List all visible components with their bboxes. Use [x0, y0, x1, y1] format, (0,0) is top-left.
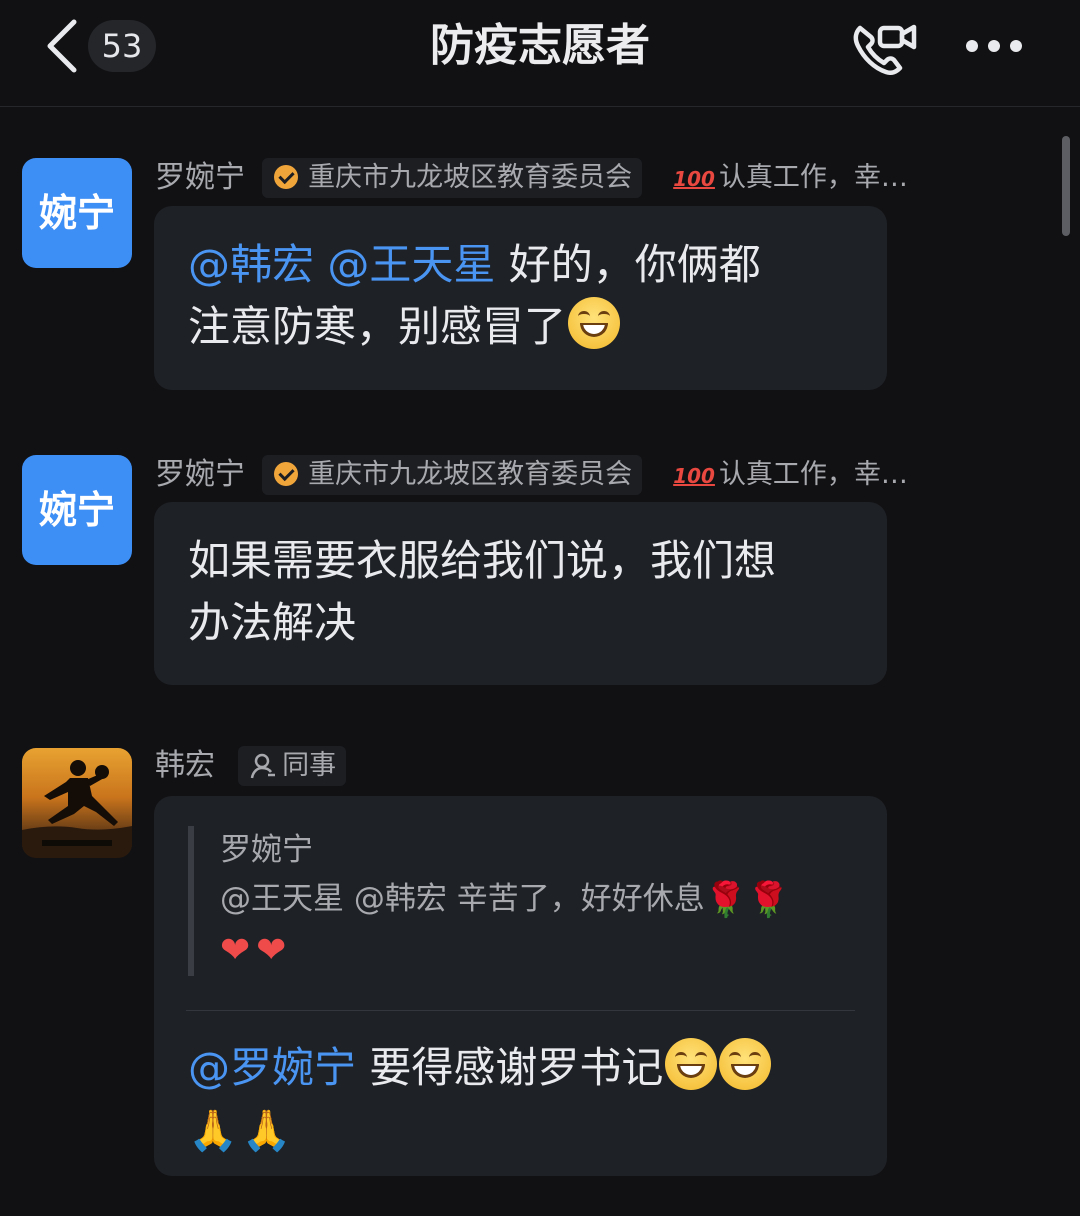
message-text: 如果需要衣服给我们说，我们想: [188, 536, 777, 585]
dot-icon: [1010, 40, 1022, 52]
heart-icon: ❤: [220, 930, 251, 971]
chevron-left-icon: [47, 19, 77, 73]
quote-sender: 罗婉宁: [220, 832, 313, 868]
message-bubble[interactable]: 如果需要衣服给我们说，我们想 办法解决: [154, 502, 887, 685]
message-meta: 罗婉宁 重庆市九龙坡区教育委员会 100 认真工作，幸…: [155, 158, 908, 198]
rose-icon: 🌹: [747, 880, 790, 920]
status-text: 100 认真工作，幸…: [673, 455, 908, 496]
scrollbar-thumb[interactable]: [1062, 136, 1070, 236]
rose-icon: 🌹: [704, 880, 748, 920]
chat-header: 53 防疫志愿者: [0, 0, 1080, 107]
sender-name[interactable]: 罗婉宁: [155, 158, 245, 198]
message-text: 要得感谢罗书记: [369, 1043, 664, 1092]
org-name: 重庆市九龙坡区教育委员会: [308, 459, 633, 490]
role-tag: 同事: [238, 746, 347, 786]
back-button[interactable]: [40, 16, 86, 76]
folded-hands-icon: 🙏: [241, 1108, 292, 1154]
org-tag: 重庆市九龙坡区教育委员会: [262, 158, 643, 198]
message-text: 好的，你俩都: [508, 240, 761, 289]
sender-name[interactable]: 罗婉宁: [155, 455, 245, 495]
basketball-player-silhouette-icon: [22, 760, 132, 858]
unread-count-badge[interactable]: 53: [88, 20, 156, 72]
message-bubble[interactable]: @韩宏 @王天星 好的，你俩都 注意防寒，别感冒了: [154, 206, 887, 390]
avatar[interactable]: 婉宁: [22, 158, 132, 268]
reply-text: @罗婉宁 要得感谢罗书记 🙏 🙏: [188, 1037, 853, 1162]
divider: [186, 1010, 855, 1011]
verified-icon: [274, 165, 299, 189]
status-label: 认真工作，幸…: [718, 459, 908, 490]
role-label: 同事: [282, 750, 337, 781]
folded-hands-icon: 🙏: [188, 1108, 238, 1154]
grinning-face-icon: [568, 297, 621, 349]
org-tag: 重庆市九龙坡区教育委员会: [262, 455, 643, 495]
org-name: 重庆市九龙坡区教育委员会: [308, 162, 633, 193]
message-bubble[interactable]: 罗婉宁 @王天星 @韩宏 辛苦了，好好休息🌹🌹 ❤ ❤ @罗婉宁 要得感谢罗书记 …: [154, 796, 887, 1176]
hundred-points-icon: 100: [673, 464, 715, 488]
hundred-points-icon: 100: [673, 167, 715, 191]
avatar[interactable]: 婉宁: [22, 455, 132, 565]
grinning-face-icon: [719, 1038, 772, 1090]
quoted-message[interactable]: 罗婉宁 @王天星 @韩宏 辛苦了，好好休息🌹🌹 ❤ ❤: [188, 826, 853, 976]
person-icon: [250, 753, 276, 779]
mention-link[interactable]: @韩宏: [188, 240, 314, 289]
message-meta: 韩宏 同事: [155, 746, 347, 786]
quote-message-text: @王天星 @韩宏 辛苦了，好好休息: [220, 881, 705, 917]
status-label: 认真工作，幸…: [718, 162, 908, 193]
message-text: 注意防寒，别感冒了: [188, 302, 567, 351]
avatar[interactable]: [22, 748, 132, 858]
call-button[interactable]: [846, 14, 926, 80]
heart-icon: ❤: [256, 930, 287, 971]
quote-text: @王天星 @韩宏 辛苦了，好好休息🌹🌹 ❤ ❤: [220, 874, 853, 976]
verified-icon: [274, 462, 299, 486]
message-text: 办法解决: [188, 598, 357, 647]
grinning-face-icon: [665, 1038, 718, 1090]
dot-icon: [966, 40, 978, 52]
status-text: 100 认真工作，幸…: [673, 158, 908, 199]
message-meta: 罗婉宁 重庆市九龙坡区教育委员会 100 认真工作，幸…: [155, 455, 908, 495]
mention-link[interactable]: @王天星: [327, 240, 495, 289]
phone-video-icon: [853, 24, 917, 76]
mention-link[interactable]: @罗婉宁: [188, 1043, 356, 1092]
more-options-button[interactable]: [958, 26, 1030, 66]
sender-name[interactable]: 韩宏: [155, 746, 215, 786]
dot-icon: [988, 40, 1000, 52]
